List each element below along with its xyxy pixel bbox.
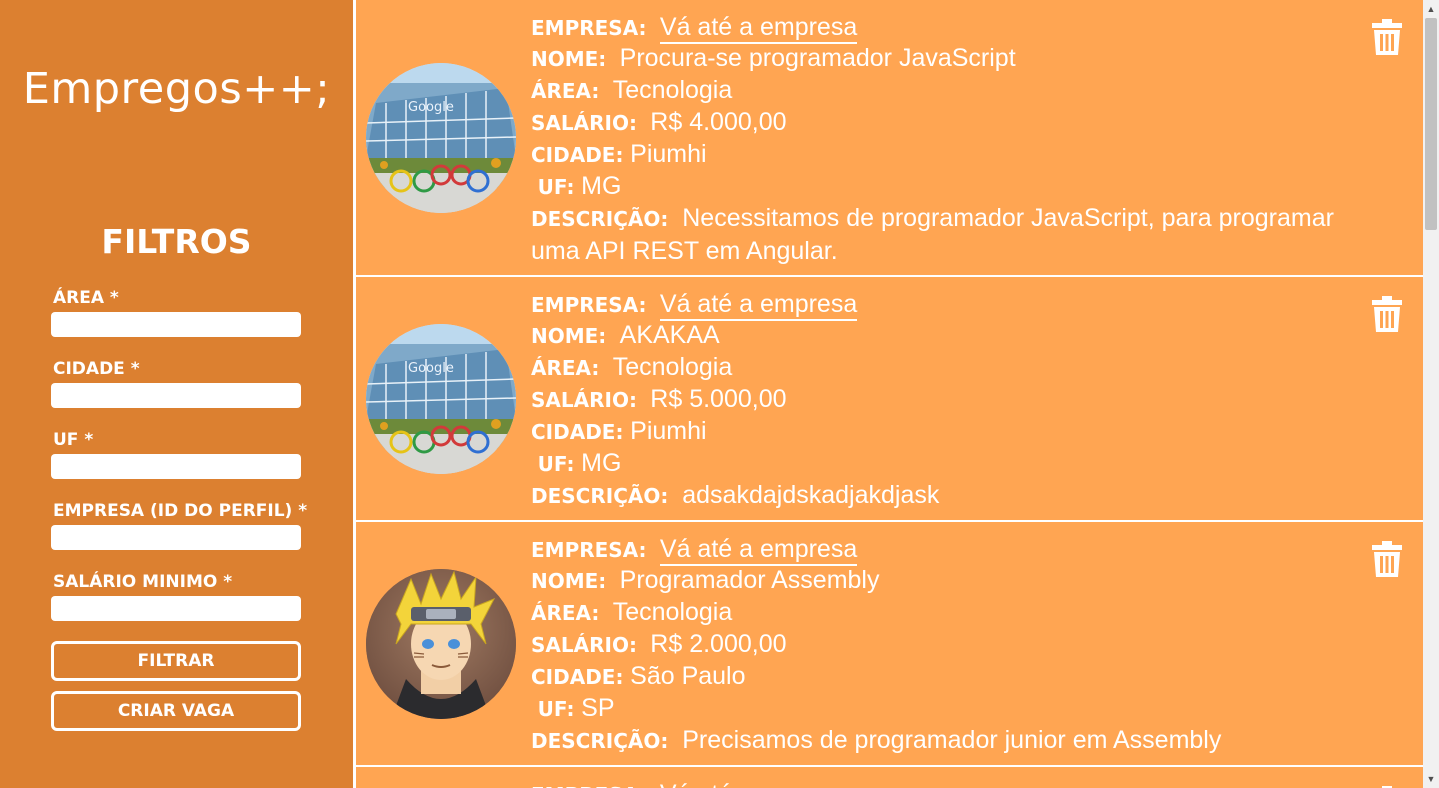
description-line-2: uma API REST em Angular.: [531, 237, 838, 265]
description-line-1: adsakdajdskadjakdjask: [682, 481, 940, 509]
create-job-button[interactable]: CRIAR VAGA: [51, 691, 301, 731]
job-area: Tecnologia: [612, 76, 733, 104]
trash-icon[interactable]: [1372, 296, 1402, 332]
cidade-input[interactable]: [51, 383, 301, 408]
descricao-label: DESCRIÇÃO:: [531, 729, 669, 753]
job-list[interactable]: Google EMPRESA: Vá até a empresa NOME: P…: [356, 0, 1423, 788]
cidade-label: CIDADE:: [531, 420, 624, 444]
job-city: São Paulo: [630, 662, 746, 690]
trash-icon[interactable]: [1372, 19, 1402, 55]
salario-minimo-label: SALÁRIO MINIMO *: [53, 572, 233, 592]
area-label: ÁREA *: [53, 288, 119, 308]
card-divider: [356, 520, 1423, 522]
empresa-input[interactable]: [51, 525, 301, 550]
office-photo-icon: Google: [366, 324, 516, 474]
company-avatar: Google: [366, 324, 516, 474]
area-label: ÁREA:: [531, 356, 600, 380]
descricao-label: DESCRIÇÃO:: [531, 484, 669, 508]
empresa-label: EMPRESA (ID DO PERFIL) *: [53, 501, 308, 521]
uf-label: UF:: [537, 697, 575, 721]
salario-minimo-input[interactable]: [51, 596, 301, 621]
card-divider: [356, 275, 1423, 277]
nome-label: NOME:: [531, 47, 607, 71]
empresa-label: EMPRESA:: [531, 293, 647, 317]
cidade-label: CIDADE:: [531, 665, 624, 689]
app-logo: Empregos++;: [22, 64, 331, 114]
job-salary: R$ 4.000,00: [650, 108, 787, 136]
description-line-1: Precisamos de programador junior em Asse…: [682, 726, 1222, 754]
cidade-label: CIDADE:: [531, 143, 624, 167]
company-link[interactable]: Vá até a empresa: [659, 13, 858, 44]
empresa-label: EMPRESA:: [531, 783, 647, 788]
company-link[interactable]: Vá até a empresa: [659, 290, 858, 321]
uf-label: UF:: [537, 175, 575, 199]
salario-label: SALÁRIO:: [531, 111, 637, 135]
job-name: Procura-se programador JavaScript: [619, 44, 1016, 72]
job-city: Piumhi: [630, 417, 707, 445]
empresa-label: EMPRESA:: [531, 538, 647, 562]
svg-text:Google: Google: [408, 100, 454, 115]
job-uf: MG: [581, 172, 622, 200]
job-uf: SP: [581, 694, 615, 722]
job-area: Tecnologia: [612, 598, 733, 626]
salario-label: SALÁRIO:: [531, 388, 637, 412]
job-description: DESCRIÇÃO: Necessitamos de programador J…: [531, 202, 1391, 267]
filter-button[interactable]: FILTRAR: [51, 641, 301, 681]
card-divider: [356, 765, 1423, 767]
sidebar: Empregos++; FILTROS ÁREA * CIDADE * UF *…: [0, 0, 353, 788]
job-description: DESCRIÇÃO: adsakdajdskadjakdjask: [531, 479, 1391, 512]
trash-icon[interactable]: [1372, 541, 1402, 577]
company-link[interactable]: Vá até a empresa: [659, 780, 858, 788]
area-label: ÁREA:: [531, 601, 600, 625]
area-input[interactable]: [51, 312, 301, 337]
company-avatar: [366, 569, 516, 719]
job-salary: R$ 2.000,00: [650, 630, 787, 658]
company-link[interactable]: Vá até a empresa: [659, 535, 858, 566]
job-name: Programador Assembly: [619, 566, 880, 594]
uf-input[interactable]: [51, 454, 301, 479]
job-card: Google EMPRESA: Vá até a empresa NOME: P…: [356, 0, 1423, 275]
uf-label: UF *: [53, 430, 94, 450]
company-avatar: Google: [366, 63, 516, 213]
job-description: DESCRIÇÃO: Precisamos de programador jun…: [531, 724, 1391, 757]
uf-label: UF:: [537, 452, 575, 476]
office-photo-icon: Google: [366, 63, 516, 213]
description-line-1: Necessitamos de programador JavaScript, …: [682, 204, 1334, 232]
area-label: ÁREA:: [531, 79, 600, 103]
job-salary: R$ 5.000,00: [650, 385, 787, 413]
scroll-down-arrow-icon[interactable]: ▼: [1425, 771, 1437, 787]
job-name: AKAKAA: [619, 321, 720, 349]
job-area: Tecnologia: [612, 353, 733, 381]
empresa-label: EMPRESA:: [531, 16, 647, 40]
svg-text:Google: Google: [408, 361, 454, 376]
cidade-label: CIDADE *: [53, 359, 140, 379]
job-card: EMPRESA: Vá até a empresa: [356, 767, 1423, 788]
job-card: EMPRESA: Vá até a empresa NOME: Programa…: [356, 522, 1423, 765]
scrollbar-thumb[interactable]: [1425, 18, 1437, 230]
anime-portrait-icon: [366, 569, 516, 719]
job-card: Google EMPRESA: Vá até a empresa NOME: A…: [356, 277, 1423, 520]
salario-label: SALÁRIO:: [531, 633, 637, 657]
descricao-label: DESCRIÇÃO:: [531, 207, 669, 231]
nome-label: NOME:: [531, 569, 607, 593]
job-city: Piumhi: [630, 140, 707, 168]
nome-label: NOME:: [531, 324, 607, 348]
job-uf: MG: [581, 449, 622, 477]
scroll-up-arrow-icon[interactable]: ▲: [1425, 1, 1437, 17]
filters-title: FILTROS: [101, 222, 252, 261]
